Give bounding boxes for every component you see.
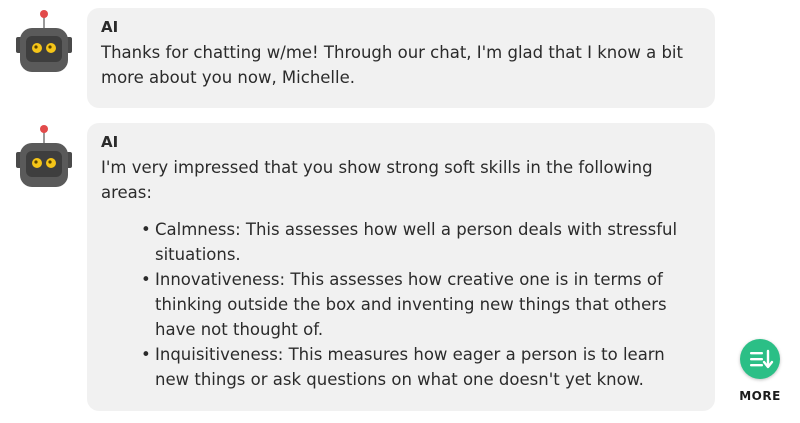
bot-avatar <box>14 123 74 189</box>
bullet-dot: • <box>141 270 151 289</box>
list-item: • Inquisitiveness: This measures how eage… <box>141 342 701 392</box>
robot-icon <box>16 125 72 187</box>
message-bubble: AI Thanks for chatting w/me! Through our… <box>87 8 715 108</box>
list-item: • Innovativeness: This assesses how creat… <box>141 267 701 342</box>
message-text: Thanks for chatting w/me! Through our ch… <box>101 43 683 87</box>
robot-icon <box>16 10 72 72</box>
list-scroll-down-icon <box>750 349 774 369</box>
list-item-text: Calmness: This assesses how well a perso… <box>155 220 678 264</box>
message-bubble: AI I'm very impressed that you show stro… <box>87 123 715 411</box>
bullet-dot: • <box>141 220 151 239</box>
bot-avatar <box>14 8 74 74</box>
list-item-text: Innovativeness: This assesses how creati… <box>155 270 667 339</box>
chat-transcript: AI Thanks for chatting w/me! Through our… <box>0 0 800 423</box>
sender-name: AI <box>101 133 119 151</box>
skills-list: • Calmness: This assesses how well a pers… <box>101 217 701 392</box>
more-button-label[interactable]: MORE <box>733 389 787 403</box>
bullet-dot: • <box>141 345 151 364</box>
more-button[interactable] <box>740 339 780 379</box>
list-item-text: Inquisitiveness: This measures how eager… <box>155 345 665 389</box>
message-text: I'm very impressed that you show strong … <box>101 158 653 202</box>
list-item: • Calmness: This assesses how well a pers… <box>141 217 701 267</box>
sender-name: AI <box>101 18 119 36</box>
